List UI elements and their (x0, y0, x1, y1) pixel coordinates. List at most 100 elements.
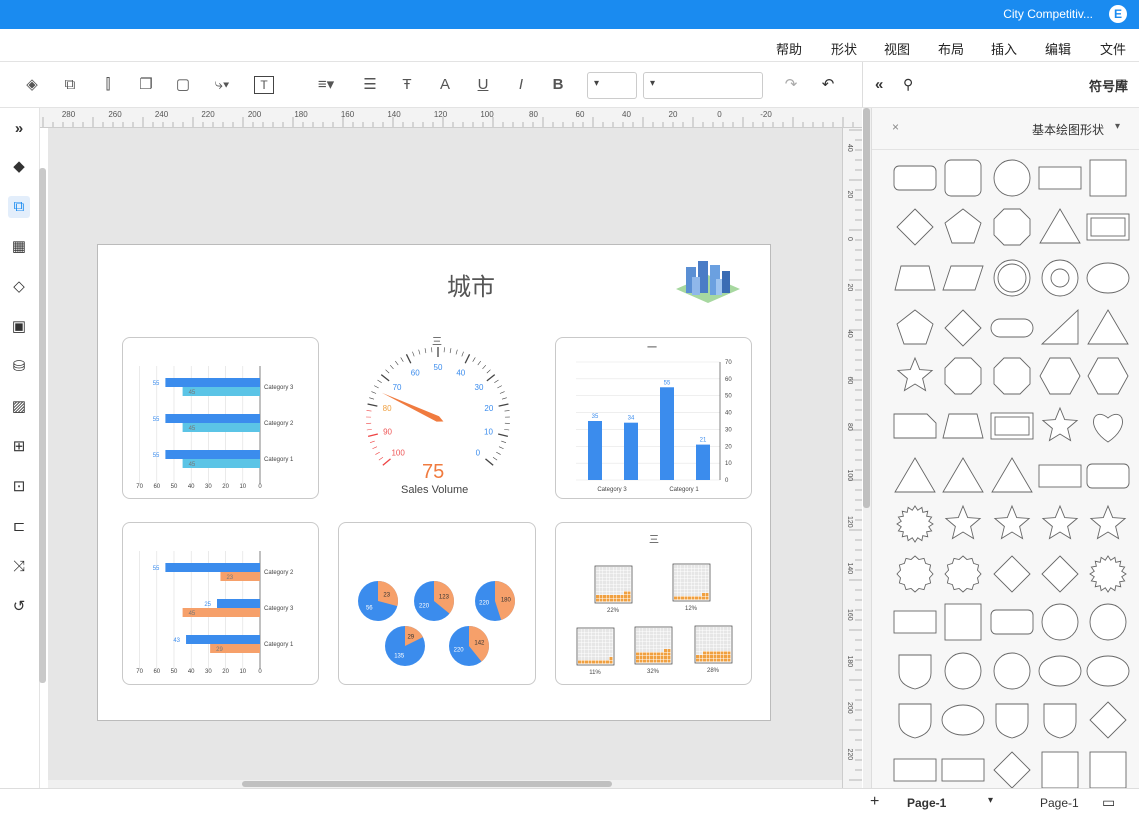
font-size-select[interactable]: ▾ (587, 72, 637, 99)
connector-icon[interactable]: ⤷▾ (208, 75, 236, 95)
x-tick-label: 20 (222, 484, 229, 490)
timeline-icon[interactable]: ⊏ (8, 516, 30, 538)
gauge-tick (464, 354, 471, 364)
waffle-cell (585, 629, 588, 632)
expand-icon[interactable]: » (8, 118, 30, 140)
ruler-label: 260 (108, 110, 122, 119)
gauge-tick (385, 369, 390, 374)
menu-shape[interactable]: 形状 (831, 39, 857, 58)
waffle-cell (592, 636, 595, 639)
text-color-icon[interactable]: Ŧ (397, 75, 417, 95)
waffle-cell (691, 572, 695, 575)
waffle-cell (688, 579, 691, 582)
font-color-icon[interactable]: A (435, 75, 455, 95)
page-chevron-icon[interactable]: ▾ (988, 795, 993, 806)
waffle-cell (581, 657, 585, 660)
menu-layout[interactable]: 布局 (938, 39, 964, 58)
search-icon[interactable]: ⚲ (903, 76, 913, 93)
waffle-cell (606, 636, 609, 639)
gauge-tick (378, 456, 384, 461)
menu-help[interactable]: 帮助 (776, 39, 802, 58)
underline-icon[interactable]: U (473, 75, 493, 95)
org-chart-icon[interactable]: ⊞ (8, 436, 30, 458)
text-align-icon[interactable]: ☰ (360, 75, 380, 95)
bar-chart-card-2[interactable]: 0 10 20 30 40 50 60 70 55 23 Category 2 25 45 Categor… (122, 522, 319, 685)
horizontal-scrollbar[interactable] (242, 781, 612, 787)
arrange-icon[interactable]: ❐ (136, 75, 156, 95)
waffle-cell (578, 629, 581, 632)
waffle-cell (610, 588, 613, 591)
diagram-page[interactable]: 城市 0 10 20 30 40 50 60 70 55 45 Category 3 55 45 Cate… (97, 244, 771, 721)
gauge-tick (501, 440, 507, 443)
app-logo-icon[interactable]: E (1109, 5, 1127, 23)
italic-icon[interactable]: I (511, 75, 531, 95)
textbox-icon[interactable]: T (254, 76, 274, 94)
page-layout-icon[interactable]: ▭ (1102, 794, 1115, 811)
shape-grid[interactable] (872, 150, 1139, 788)
menu-view[interactable]: 视图 (884, 39, 910, 58)
waffle-cell (720, 641, 724, 644)
image-icon[interactable]: ▨ (8, 396, 30, 418)
ruler-label: 80 (529, 110, 538, 119)
presentation-icon[interactable]: ▣ (8, 316, 30, 338)
waffle-cell (691, 586, 695, 589)
close-category-icon[interactable]: × (892, 120, 899, 134)
page-selector[interactable]: Page-1 (1040, 796, 1079, 810)
waffle-cell (699, 644, 703, 648)
x-tick-label: 60 (153, 484, 160, 490)
gauge-card[interactable]: 0 10 20 30 40 50 60 70 80 90 100 三 75 Sales Volume (353, 329, 523, 499)
city-illustration[interactable] (672, 257, 744, 307)
ruler-label: 220 (201, 110, 215, 119)
shuffle-icon[interactable]: ⤨ (8, 556, 30, 578)
waffle-cell (596, 588, 599, 591)
border-icon[interactable]: ▢ (173, 75, 193, 95)
waffle-cell (724, 651, 727, 655)
history-icon[interactable]: ↺ (8, 596, 30, 618)
crop-icon[interactable]: ⊡ (8, 476, 30, 498)
menu-insert[interactable]: 插入 (991, 39, 1017, 58)
waffle-cell (609, 657, 613, 660)
right-scrollbar[interactable] (863, 108, 870, 508)
fill-color-icon[interactable]: ◈ (22, 75, 42, 95)
waffle-card[interactable]: 12% 22% 28% 32% 11% 三 (555, 522, 752, 685)
waffle-cell (664, 645, 667, 649)
pie-charts-card[interactable]: 180 220 123 220 23 56 142 220 29 135 (338, 522, 536, 685)
diagram-title[interactable]: 城市 (447, 267, 495, 302)
menu-edit[interactable]: 编辑 (1045, 39, 1071, 58)
waffle-cell (653, 635, 657, 638)
waffle-cell (617, 574, 620, 577)
paint-bucket-icon[interactable]: ◆ (8, 156, 30, 178)
group-icon[interactable]: ⧉ (60, 75, 80, 95)
data-label: 34 (628, 416, 635, 422)
waffle-cell (674, 582, 677, 586)
undo-icon[interactable]: ↶ (818, 75, 838, 95)
font-family-select[interactable]: ▾ (643, 72, 763, 99)
shape-triangle-icon (991, 457, 1033, 493)
grid-icon[interactable]: ▦ (8, 236, 30, 258)
waffle-cell (653, 628, 657, 631)
add-page-button[interactable]: + (870, 793, 879, 811)
left-scrollbar[interactable] (39, 168, 46, 683)
gauge-tick (366, 410, 372, 412)
layers-icon[interactable]: ◇ (8, 276, 30, 298)
waffle-cell (710, 641, 713, 644)
column-chart-card[interactable]: 0 10 20 30 40 50 60 70 一 21 55 34 35 Category 1 Catego… (555, 337, 752, 499)
menu-file[interactable]: 文件 (1100, 39, 1126, 58)
align-icon[interactable]: ⫿ (98, 75, 118, 95)
waffle-cell (702, 589, 705, 593)
collapse-panel-icon[interactable]: « (875, 76, 883, 93)
bold-icon[interactable]: B (548, 75, 568, 95)
chevron-down-icon[interactable]: ▾ (1115, 121, 1120, 132)
waffle-cell (677, 593, 681, 596)
page-tab[interactable]: Page-1 (907, 796, 946, 810)
line-spacing-icon[interactable]: ≡▾ (312, 75, 340, 95)
library-icon[interactable]: ▤ (1115, 76, 1127, 92)
database-icon[interactable]: ⛁ (8, 356, 30, 378)
redo-icon[interactable]: ↷ (781, 75, 801, 95)
waffle-cell (610, 581, 613, 584)
shape-category-header[interactable]: × 基本绘图形状 ▾ (872, 108, 1139, 150)
waffle-cell (703, 658, 706, 662)
waffle-cell (657, 659, 660, 663)
format-icon[interactable]: ⧉ (8, 196, 30, 218)
bar-chart-card-1[interactable]: 0 10 20 30 40 50 60 70 55 45 Category 3 55 45 Categor… (122, 337, 319, 499)
